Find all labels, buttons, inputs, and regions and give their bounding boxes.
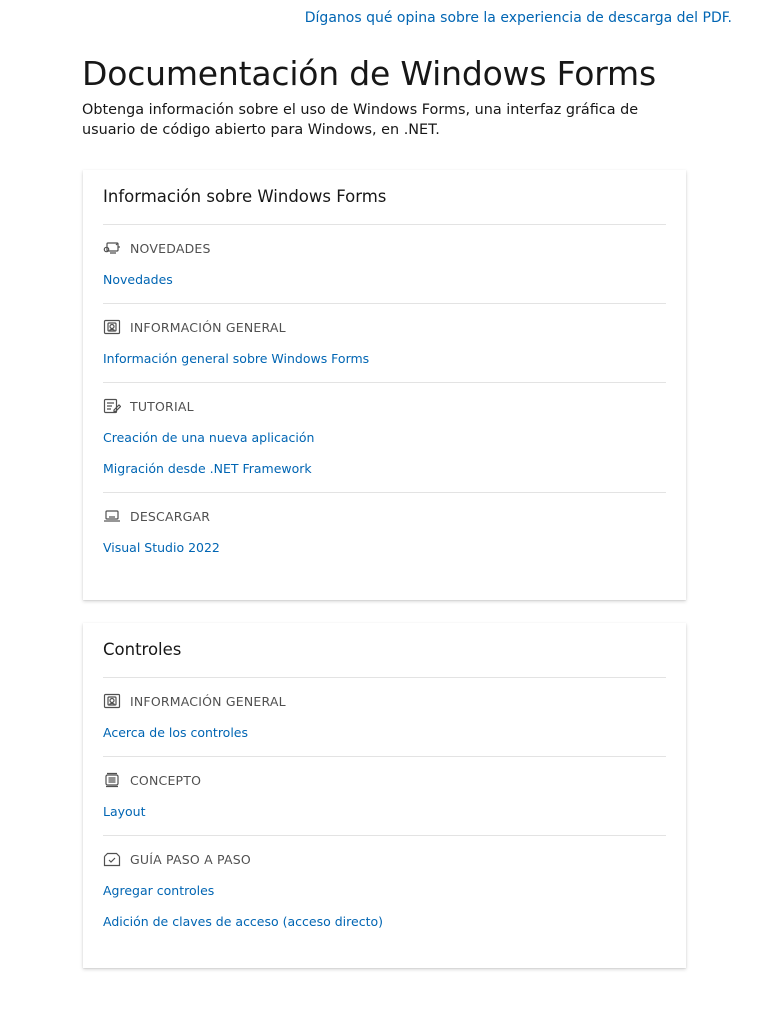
list-item: Información general sobre Windows Forms <box>103 348 666 368</box>
section-heading-label: GUÍA PASO A PASO <box>130 851 251 867</box>
section-heading-label: DESCARGAR <box>130 508 211 524</box>
section-how-to-guide: GUÍA PASO A PASO Agregar controles Adici… <box>103 836 666 945</box>
tutorial-icon <box>103 398 121 414</box>
how-to-guide-icon <box>103 851 121 867</box>
page-description: Obtenga información sobre el uso de Wind… <box>82 102 639 138</box>
list-item: Adición de claves de acceso (acceso dire… <box>103 911 666 931</box>
card-information-about-windows-forms: Información sobre Windows Forms NOVEDADE… <box>83 170 686 600</box>
section-concept: CONCEPTO Layout <box>103 757 666 836</box>
download-icon <box>103 508 121 524</box>
section-heading: GUÍA PASO A PASO <box>103 849 666 869</box>
section-heading-label: INFORMACIÓN GENERAL <box>130 693 286 709</box>
section-heading: INFORMACIÓN GENERAL <box>103 691 666 711</box>
list-item: Migración desde .NET Framework <box>103 458 666 478</box>
section-heading: TUTORIAL <box>103 396 666 416</box>
section-heading-label: NOVEDADES <box>130 240 211 256</box>
link-add-controls[interactable]: Agregar controles <box>103 883 214 898</box>
overview-icon <box>103 693 121 709</box>
list-item: Layout <box>103 801 666 821</box>
link-create-new-app[interactable]: Creación de una nueva aplicación <box>103 430 314 445</box>
concept-icon <box>103 772 121 788</box>
section-heading: NOVEDADES <box>103 238 666 258</box>
card-title: Información sobre Windows Forms <box>103 170 666 225</box>
feedback-link[interactable]: Díganos qué opina sobre la experiencia d… <box>305 10 732 26</box>
link-access-keys[interactable]: Adición de claves de acceso (acceso dire… <box>103 914 383 929</box>
link-visual-studio-2022[interactable]: Visual Studio 2022 <box>103 540 220 555</box>
whats-new-icon <box>103 240 121 256</box>
section-heading-label: TUTORIAL <box>130 398 194 414</box>
card-title: Controles <box>103 623 666 678</box>
section-heading: CONCEPTO <box>103 770 666 790</box>
link-list: Visual Studio 2022 <box>103 537 666 557</box>
list-item: Visual Studio 2022 <box>103 537 666 557</box>
section-download: DESCARGAR Visual Studio 2022 <box>103 493 666 571</box>
section-heading: DESCARGAR <box>103 506 666 526</box>
list-item: Creación de una nueva aplicación <box>103 427 666 447</box>
link-list: Creación de una nueva aplicación Migraci… <box>103 427 666 478</box>
list-item: Agregar controles <box>103 880 666 900</box>
link-list: Novedades <box>103 269 666 289</box>
section-whats-new: NOVEDADES Novedades <box>103 225 666 304</box>
link-windows-forms-overview[interactable]: Información general sobre Windows Forms <box>103 351 369 366</box>
page-title: Documentación de Windows Forms <box>82 54 656 93</box>
link-about-controls[interactable]: Acerca de los controles <box>103 725 248 740</box>
link-list: Agregar controles Adición de claves de a… <box>103 880 666 931</box>
link-migrate-from-netfx[interactable]: Migración desde .NET Framework <box>103 461 312 476</box>
list-item: Novedades <box>103 269 666 289</box>
section-overview: INFORMACIÓN GENERAL Acerca de los contro… <box>103 678 666 757</box>
section-heading-label: CONCEPTO <box>130 772 202 788</box>
list-item: Acerca de los controles <box>103 722 666 742</box>
section-overview: INFORMACIÓN GENERAL Información general … <box>103 304 666 383</box>
link-list: Layout <box>103 801 666 821</box>
link-layout[interactable]: Layout <box>103 804 146 819</box>
link-whats-new[interactable]: Novedades <box>103 272 173 287</box>
section-heading: INFORMACIÓN GENERAL <box>103 317 666 337</box>
section-tutorial: TUTORIAL Creación de una nueva aplicació… <box>103 383 666 493</box>
overview-icon <box>103 319 121 335</box>
link-list: Acerca de los controles <box>103 722 666 742</box>
section-heading-label: INFORMACIÓN GENERAL <box>130 319 286 335</box>
card-controls: Controles INFORMACIÓN GENERAL Acerca de … <box>83 623 686 968</box>
link-list: Información general sobre Windows Forms <box>103 348 666 368</box>
